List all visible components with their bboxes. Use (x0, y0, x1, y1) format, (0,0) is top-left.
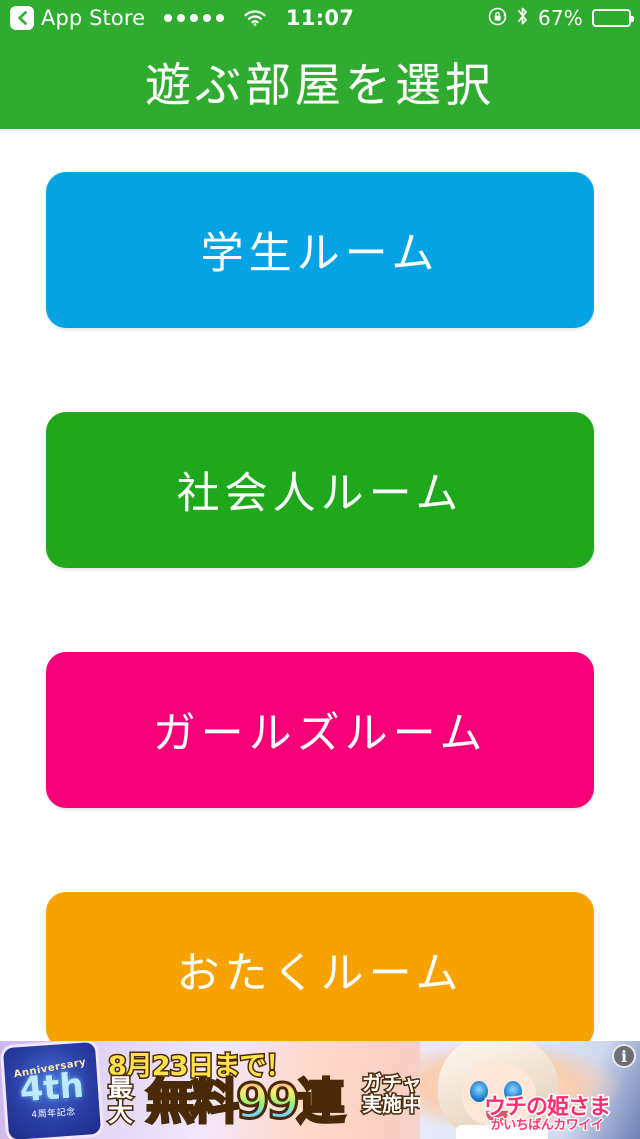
room-button-student[interactable]: 学生ルーム (46, 172, 594, 328)
ad-free-gacha-label: 無料99連 (145, 1074, 347, 1130)
ad-game-logo: ウチの姫さま がいちばんカワイイ (462, 1095, 632, 1134)
ad-max-label: 最大 (107, 1074, 135, 1127)
room-button-otaku[interactable]: おたくルーム (46, 892, 594, 1048)
status-bar: App Store 11:07 67% (0, 0, 640, 36)
room-selection-list: 学生ルーム 社会人ルーム ガールズルーム おたくルーム (0, 129, 640, 1139)
room-button-worker[interactable]: 社会人ルーム (46, 412, 594, 568)
rotation-lock-icon (488, 7, 507, 30)
header-bar: App Store 11:07 67% 遊ぶ部屋を選択 (0, 0, 640, 129)
app-screen: App Store 11:07 67% 遊ぶ部屋を選択 学生ルーム 社会人ルーム… (0, 0, 640, 1139)
battery-percent-label: 67% (537, 6, 583, 30)
room-button-girls[interactable]: ガールズルーム (46, 652, 594, 808)
anniversary-sub-label: 4周年記念 (31, 1107, 76, 1121)
ad-game-title-sub: がいちばんカワイイ (489, 1118, 605, 1134)
ad-banner[interactable]: Anniversary 4th 4周年記念 8月23日まで！ 最大 無料99連 … (0, 1041, 640, 1139)
ad-game-title-main: ウチの姫さま (482, 1095, 612, 1121)
page-title: 遊ぶ部屋を選択 (145, 58, 495, 112)
status-bar-right: 67% (488, 0, 634, 36)
bluetooth-icon (516, 6, 529, 30)
anniversary-badge: Anniversary 4th 4周年記念 (2, 1041, 102, 1139)
info-icon[interactable]: i (612, 1044, 636, 1068)
battery-icon (592, 9, 634, 27)
